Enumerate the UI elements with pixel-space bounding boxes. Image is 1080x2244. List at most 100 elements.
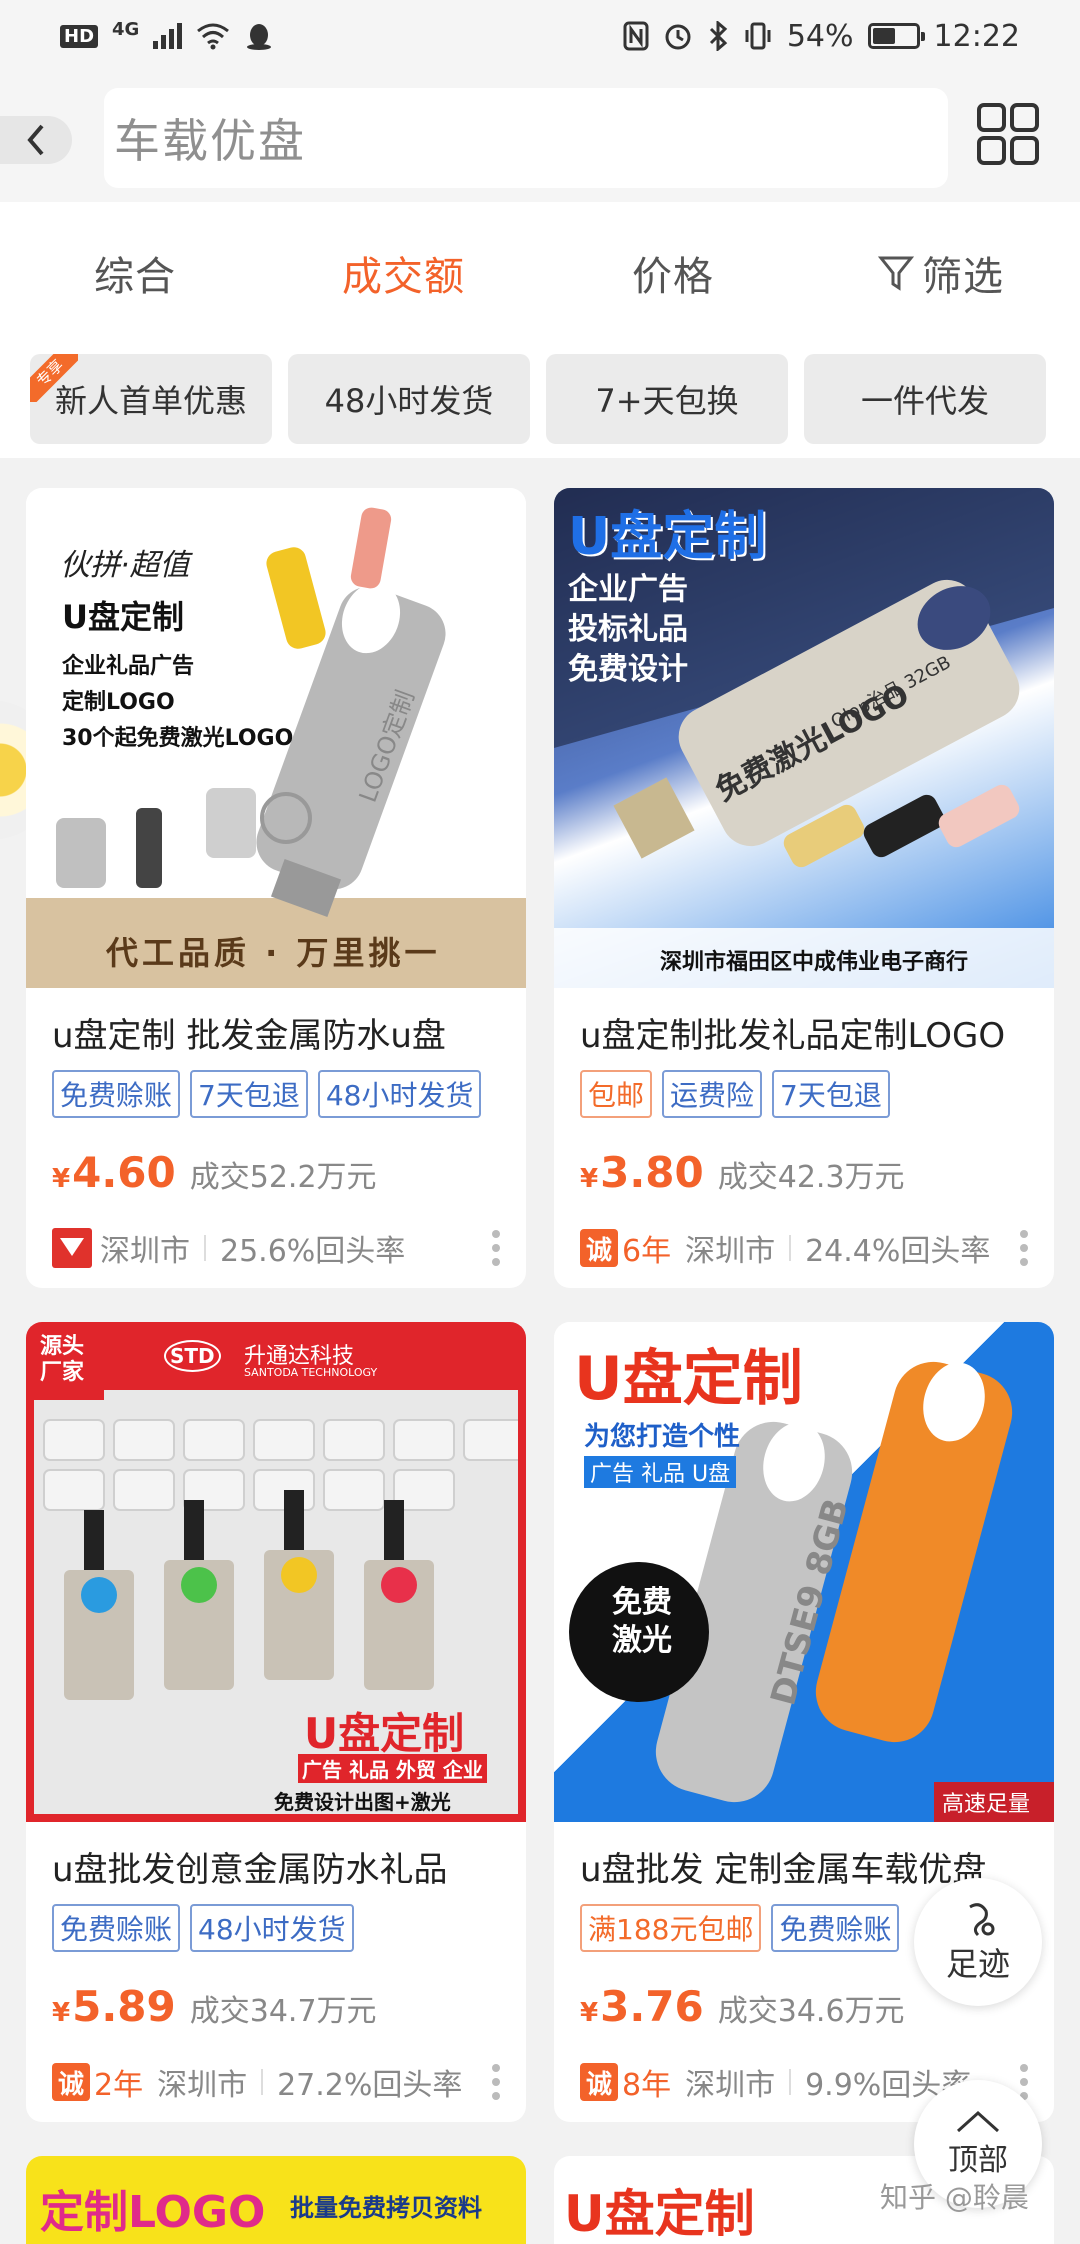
chip-label: 一件代发	[860, 382, 989, 420]
hd-badge: HD	[60, 24, 99, 48]
search-query: 车载优盘	[114, 114, 306, 168]
back-button[interactable]	[0, 116, 72, 164]
sales-volume: 成交42.3万元	[717, 1160, 905, 1195]
seller-years: 8年	[622, 2068, 672, 2103]
product-image: 源头厂家 STD 升通达科技 SANTODA TECHNOLOGY U盘定制 广…	[26, 1322, 526, 1822]
image-text: 深圳市福田区中成伟业电子商行	[660, 950, 969, 975]
filter-chips: 专享 新人首单优惠 48小时发货 7+天包换 一件代发	[0, 342, 1080, 458]
price-row: ¥3.80 成交42.3万元	[580, 1148, 905, 1197]
seller-location: 深圳市	[685, 2068, 776, 2103]
sort-bar: 综合 成交额 价格 筛选	[0, 202, 1080, 342]
tag-list: 满188元包邮 免费赊账	[580, 1904, 900, 1952]
seller-years: 6年	[622, 1234, 672, 1269]
product-title[interactable]: u盘定制 批发金属防水u盘	[52, 1008, 446, 1057]
price: ¥3.80	[580, 1148, 704, 1197]
service-tag: 7天包退	[772, 1070, 890, 1118]
more-options-icon[interactable]	[492, 2064, 500, 2100]
clock: 12:22	[933, 18, 1020, 54]
seller-meta: 诚 8年 深圳市 9.9%回头率	[580, 2060, 971, 2104]
image-text: 为您打造个性	[584, 1422, 741, 1452]
footprint-label: 足迹	[945, 1945, 1010, 1983]
chip-48h-shipping[interactable]: 48小时发货	[288, 354, 530, 444]
service-tag: 免费赊账	[52, 1904, 181, 1952]
search-header: 车载优盘	[0, 72, 1080, 202]
image-text: 伙拼·超值	[60, 548, 190, 583]
service-tag: 包邮	[580, 1070, 653, 1118]
tab-sales-volume[interactable]: 成交额	[342, 244, 465, 302]
image-text: 批量免费拷贝资料	[290, 2194, 482, 2222]
service-tag: 免费赊账	[771, 1904, 900, 1952]
tab-filter[interactable]: 筛选	[878, 244, 1004, 302]
chevron-left-icon	[27, 124, 44, 156]
footprint-icon	[969, 1903, 995, 1937]
tag-list: 免费赊账 48小时发货	[52, 1904, 354, 1952]
image-text: 广告 礼品 U盘	[584, 1456, 737, 1488]
price-row: ¥4.60 成交52.2万元	[52, 1148, 377, 1197]
tab-comprehensive[interactable]: 综合	[94, 244, 176, 302]
crown-badge-icon	[52, 1228, 92, 1268]
battery-icon	[867, 23, 925, 49]
filter-label: 筛选	[922, 254, 1004, 300]
product-title[interactable]: u盘批发 定制金属车载优盘	[580, 1842, 986, 1891]
image-text: 高速足量	[942, 1792, 1031, 1817]
footprint-button[interactable]: 足迹	[914, 1878, 1042, 2006]
repeat-rate: 25.6%回头率	[220, 1234, 406, 1269]
product-image: U盘定制 企业广告 投标礼品 免费设计 免费激光LOGO Qlop治品 32GB…	[554, 488, 1054, 988]
repeat-rate: 27.2%回头率	[277, 2068, 463, 2103]
tag-list: 包邮 运费险 7天包退	[580, 1070, 890, 1118]
image-text: SANTODA TECHNOLOGY	[244, 1366, 378, 1379]
seller-location: 深圳市	[100, 1234, 190, 1269]
image-text: 企业广告	[568, 572, 688, 607]
product-title[interactable]: u盘定制批发礼品定制LOGO	[580, 1008, 1005, 1057]
image-text: U盘定制	[564, 2185, 755, 2243]
product-card[interactable]: U盘定制 企业广告 投标礼品 免费设计 免费激光LOGO Qlop治品 32GB…	[554, 488, 1054, 1288]
price-row: ¥3.76 成交34.6万元	[580, 1982, 905, 2031]
grid-layout-icon	[977, 103, 1039, 165]
image-text: 广告 礼品 外贸 企业	[298, 1754, 487, 1783]
exclusive-ribbon: 专享	[30, 354, 78, 402]
more-options-icon[interactable]	[1020, 2064, 1028, 2100]
image-text: 企业礼品广告	[62, 654, 195, 679]
image-text: U盘定制	[574, 1344, 803, 1414]
more-options-icon[interactable]	[492, 1230, 500, 1266]
product-card[interactable]: 源头厂家 STD 升通达科技 SANTODA TECHNOLOGY U盘定制 广…	[26, 1322, 526, 2122]
tab-price[interactable]: 价格	[632, 244, 714, 302]
vibrate-icon	[745, 22, 771, 50]
product-title[interactable]: u盘批发创意金属防水礼品	[52, 1842, 448, 1891]
image-text: STD	[164, 1340, 221, 1372]
more-options-icon[interactable]	[1020, 1230, 1028, 1266]
image-text: 定制LOGO	[40, 2187, 266, 2238]
chevron-up-icon	[956, 2110, 1000, 2133]
chip-label: 新人首单优惠	[54, 382, 247, 420]
search-input[interactable]: 车载优盘	[104, 88, 948, 188]
sales-volume: 成交34.7万元	[189, 1994, 377, 2029]
product-card[interactable]: 伙拼·超值 U盘定制 企业礼品广告 定制LOGO 30个起免费激光LOGO 代工…	[26, 488, 526, 1288]
chip-label: 7+天包换	[595, 382, 739, 420]
signal-icon	[153, 23, 183, 49]
sales-volume: 成交52.2万元	[189, 1160, 377, 1195]
chip-7day-exchange[interactable]: 7+天包换	[546, 354, 788, 444]
product-card[interactable]: 定制LOGO 批量免费拷贝资料	[26, 2156, 526, 2244]
alarm-icon	[665, 24, 691, 50]
repeat-rate: 24.4%回头率	[805, 1234, 991, 1269]
image-text: 免费设计	[568, 652, 688, 687]
sales-volume: 成交34.6万元	[717, 1994, 905, 2029]
qq-icon	[247, 24, 272, 50]
seller-location: 深圳市	[685, 1234, 776, 1269]
image-text: 代工品质 · 万里挑一	[106, 934, 441, 972]
watermark: 知乎 @聆晨	[880, 2181, 1029, 2214]
service-tag: 7天包退	[190, 1070, 308, 1118]
image-text: U盘定制	[568, 507, 767, 567]
bluetooth-icon	[709, 21, 728, 51]
chip-label: 48小时发货	[324, 382, 494, 420]
chip-new-user-offer[interactable]: 专享 新人首单优惠	[30, 354, 272, 444]
chip-dropship[interactable]: 一件代发	[804, 354, 1046, 444]
service-tag: 运费险	[662, 1070, 763, 1118]
layout-toggle-button[interactable]	[976, 102, 1040, 166]
seller-location: 深圳市	[157, 2068, 248, 2103]
integrity-badge-icon: 诚	[52, 2063, 90, 2101]
seller-meta: 诚 6年 深圳市 24.4%回头率	[580, 1226, 990, 1270]
image-text: 免费激光	[612, 1585, 672, 1658]
nfc-icon	[623, 21, 649, 51]
price: ¥5.89	[52, 1982, 176, 2031]
